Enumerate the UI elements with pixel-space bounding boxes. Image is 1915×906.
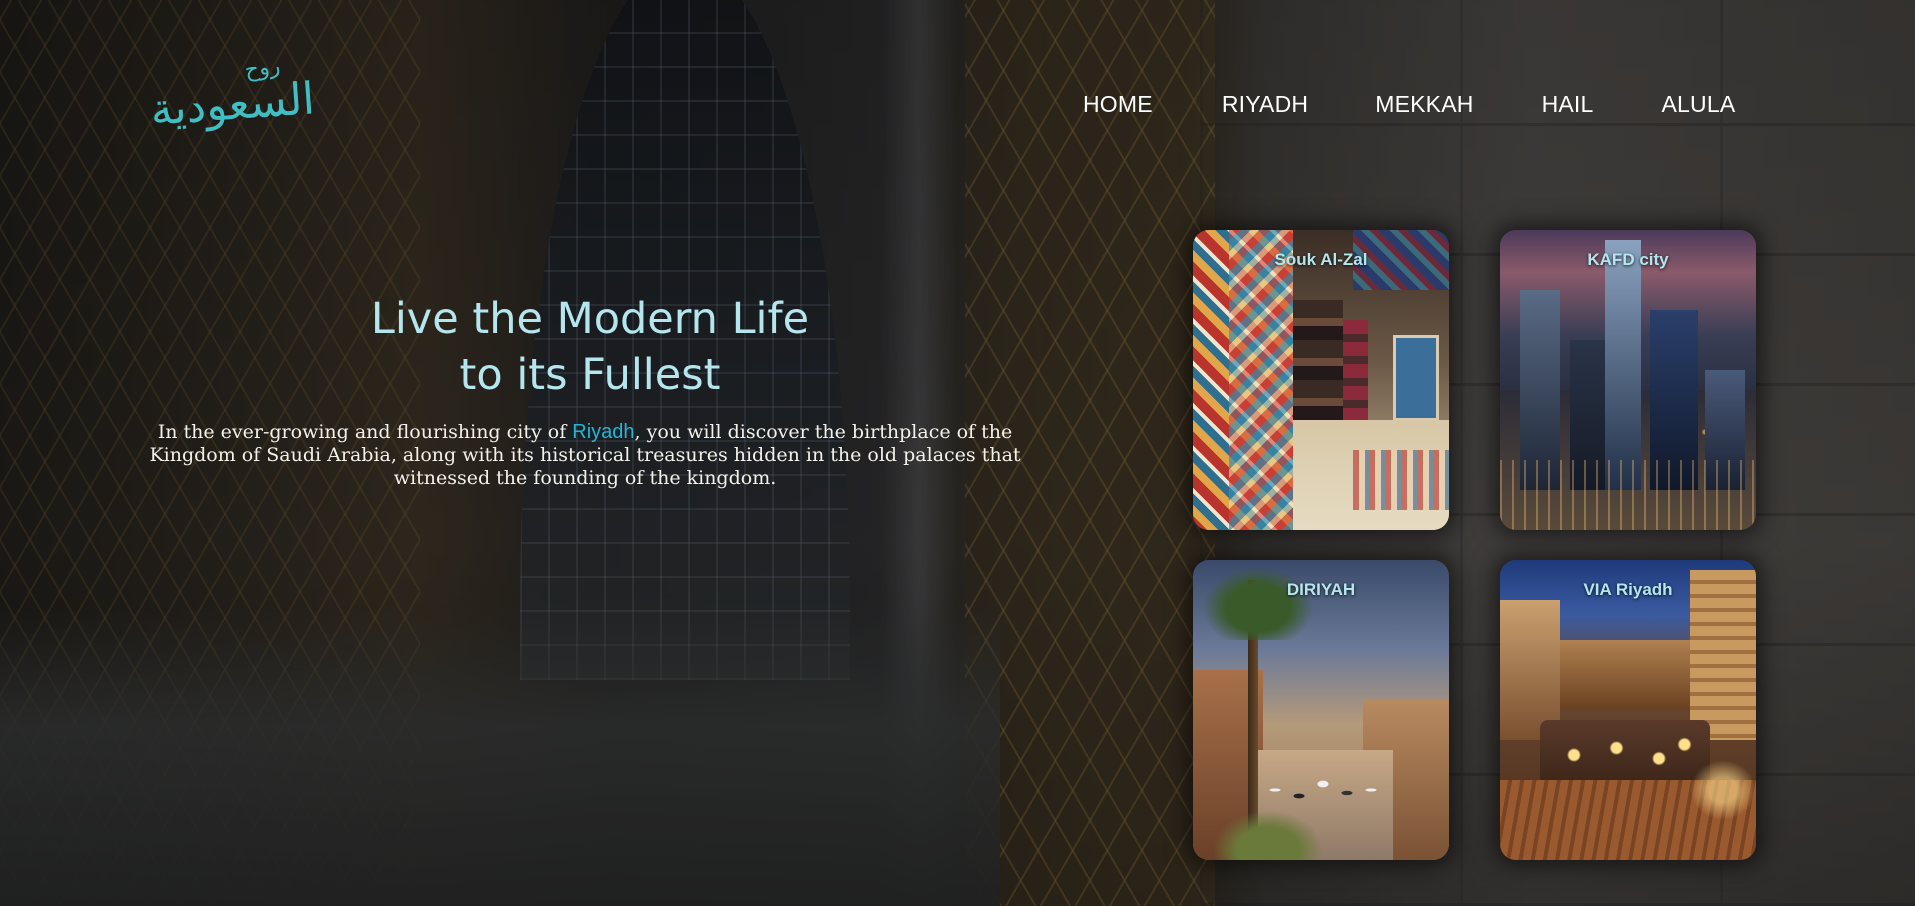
souk-al-zal-image bbox=[1193, 230, 1449, 530]
card-kafd-city[interactable]: KAFD city bbox=[1500, 230, 1756, 530]
diriyah-image bbox=[1193, 560, 1449, 860]
card-via-riyadh[interactable]: VIA Riyadh bbox=[1500, 560, 1756, 860]
nav-item-home[interactable]: HOME bbox=[1083, 91, 1153, 118]
card-label: DIRIYAH bbox=[1286, 580, 1356, 599]
logo-main-text: السعودية bbox=[148, 73, 317, 136]
nav-item-alula[interactable]: ALULA bbox=[1662, 91, 1736, 118]
main-nav: HOME RIYADH MEKKAH HAIL ALULA bbox=[1083, 91, 1735, 118]
card-souk-al-zal[interactable]: Souk Al-Zal bbox=[1193, 230, 1449, 530]
riyadh-link[interactable]: Riyadh bbox=[572, 421, 634, 443]
nav-item-hail[interactable]: HAIL bbox=[1542, 91, 1594, 118]
via-riyadh-image bbox=[1500, 560, 1756, 860]
card-label: Souk Al-Zal bbox=[1274, 250, 1368, 269]
nav-item-riyadh[interactable]: RIYADH bbox=[1222, 91, 1308, 118]
kafd-city-image bbox=[1500, 230, 1756, 530]
hero-title: Live the Modern Life to its Fullest bbox=[250, 291, 930, 403]
site-logo[interactable]: روح السعودية bbox=[148, 54, 317, 148]
page: روح السعودية HOME RIYADH MEKKAH HAIL ALU… bbox=[0, 0, 1915, 906]
card-label: KAFD city bbox=[1587, 250, 1669, 269]
hero-title-line-2: to its Fullest bbox=[459, 350, 721, 400]
nav-item-mekkah[interactable]: MEKKAH bbox=[1375, 91, 1473, 118]
hero-description: In the ever-growing and flourishing city… bbox=[140, 421, 1030, 490]
card-label: VIA Riyadh bbox=[1583, 580, 1673, 599]
card-diriyah[interactable]: DIRIYAH bbox=[1193, 560, 1449, 860]
hero-title-line-1: Live the Modern Life bbox=[370, 294, 810, 344]
hero-text-before: In the ever-growing and flourishing city… bbox=[157, 421, 573, 443]
